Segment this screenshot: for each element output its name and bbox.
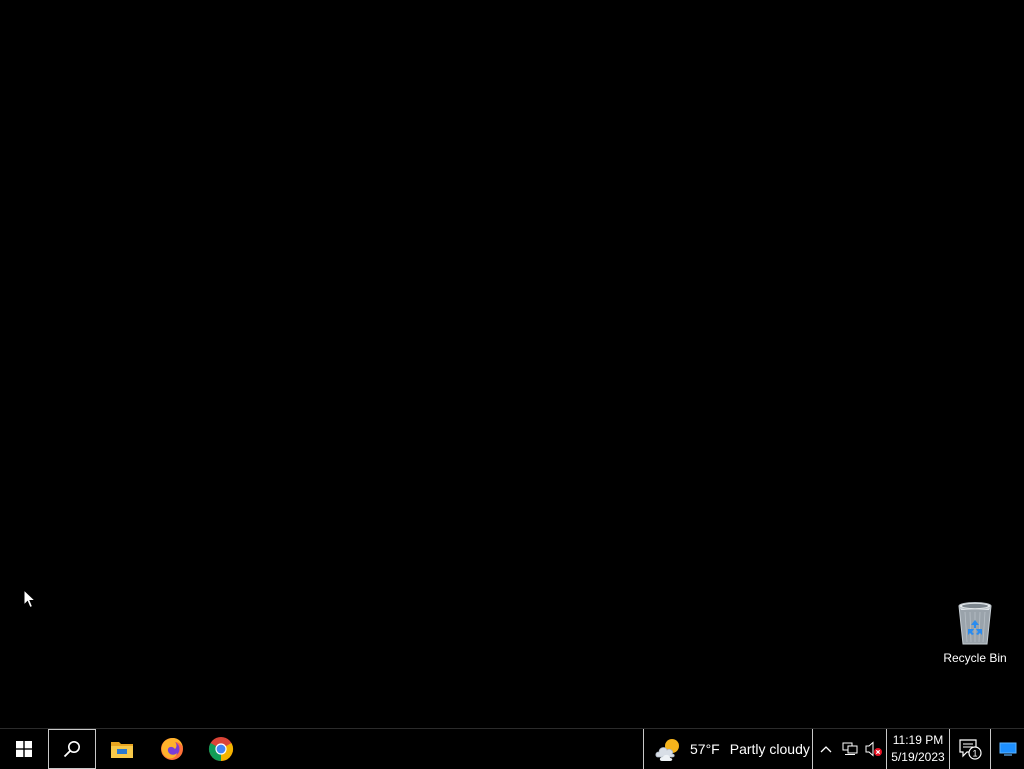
desktop[interactable]: Recycle Bin — [0, 0, 1024, 728]
weather-widget[interactable]: 57°F Partly cloudy — [643, 729, 813, 769]
search-icon — [63, 741, 80, 758]
show-hidden-icons-button[interactable] — [814, 729, 838, 769]
show-desktop-icon — [999, 742, 1016, 756]
firefox-button[interactable] — [148, 729, 196, 769]
recycle-bin-icon — [958, 602, 992, 645]
notification-badge: 1 — [972, 749, 977, 759]
partly-cloudy-icon — [655, 739, 679, 761]
recycle-bin-shortcut[interactable]: Recycle Bin — [938, 600, 1012, 672]
network-button[interactable] — [838, 729, 862, 769]
clock-date: 5/19/2023 — [891, 750, 945, 764]
chrome-icon — [208, 737, 234, 761]
volume-button[interactable] — [862, 729, 886, 769]
recycle-bin-label: Recycle Bin — [943, 651, 1007, 665]
weather-condition: Partly cloudy — [729, 741, 810, 757]
file-explorer-button[interactable] — [98, 729, 146, 769]
mouse-cursor-icon — [23, 589, 36, 609]
notification-icon: 1 — [959, 739, 982, 760]
clock[interactable]: 11:19 PM 5/19/2023 — [886, 729, 950, 769]
network-icon — [842, 742, 858, 755]
search-button[interactable] — [48, 729, 96, 769]
taskbar: 57°F Partly cloudy 11:19 PM 5/19/2023 1 — [0, 728, 1024, 769]
start-button[interactable] — [0, 729, 48, 769]
show-desktop-button[interactable] — [990, 729, 1024, 769]
weather-temperature: 57°F — [690, 741, 720, 757]
chevron-up-icon — [820, 746, 832, 753]
chrome-button[interactable] — [197, 729, 245, 769]
windows-logo-icon — [16, 741, 32, 757]
firefox-icon — [161, 738, 183, 760]
clock-time: 11:19 PM — [892, 733, 944, 747]
volume-muted-icon — [865, 741, 882, 757]
action-center-button[interactable]: 1 — [950, 729, 990, 769]
folder-icon — [111, 742, 133, 758]
